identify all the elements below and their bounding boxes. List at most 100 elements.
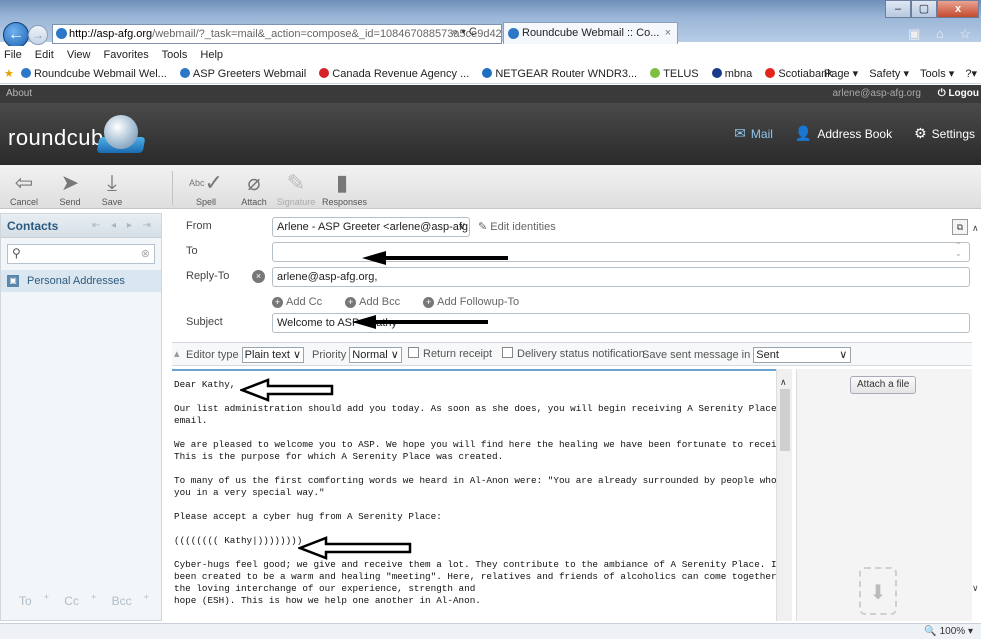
nav-settings[interactable]: ⚙ Settings (914, 125, 975, 142)
to-scroll-icon[interactable]: ⌃ ⌄ (955, 242, 962, 258)
contacts-search-input[interactable]: ⚲ ⊗ (7, 244, 155, 264)
delivery-status-option[interactable]: Delivery status notification (502, 347, 645, 360)
add-bcc-button[interactable]: Bcc + (112, 592, 149, 608)
close-window-button[interactable]: x (937, 0, 979, 18)
remove-replyto-icon[interactable]: × (252, 270, 265, 283)
contacts-header: Contacts ⇤ ◂ ▸ ⇥ (1, 214, 161, 238)
minimize-button[interactable]: – (885, 0, 911, 18)
from-row: From Arlene - ASP Greeter <arlene@asp-af… (172, 215, 972, 239)
favorite-item[interactable]: mbna (711, 68, 752, 80)
browser-tab[interactable]: Roundcube Webmail :: Co... × (503, 22, 678, 44)
signature-button[interactable]: ✎ Signature (276, 169, 316, 207)
gear-icon: ⚙ (914, 125, 927, 141)
spell-button[interactable]: Abc✓ Spell (186, 169, 226, 207)
address-tools[interactable]: ⌕ ▾ C (452, 26, 477, 39)
nav-address-book[interactable]: 👤 Address Book (795, 125, 892, 142)
person-icon: 👤 (794, 125, 813, 141)
editor-scrollbar[interactable]: ∧ (776, 369, 792, 621)
logo-ball-icon (104, 115, 138, 149)
zoom-level[interactable]: 🔍 100% ▾ (924, 624, 973, 639)
menu-help[interactable]: Help (200, 49, 223, 61)
send-button[interactable]: ➤ Send (50, 169, 90, 207)
responses-button[interactable]: ▮ Responses (322, 169, 367, 207)
save-sent-select[interactable]: Sent ∨ (753, 347, 852, 363)
command-tools[interactable]: Tools ▾ (920, 68, 954, 80)
mail-icon: ✉ (734, 125, 746, 141)
annotation-arrow-hug (298, 536, 412, 560)
page-scroll-up-icon[interactable]: ∧ (972, 223, 979, 234)
add-followup-link[interactable]: + Add Followup-To (423, 296, 529, 308)
command-safety[interactable]: Safety ▾ (869, 68, 909, 80)
contacts-pager[interactable]: ⇤ ◂ ▸ ⇥ (92, 214, 155, 238)
menu-file[interactable]: File (4, 49, 22, 61)
maximize-button[interactable]: ▢ (911, 0, 937, 18)
address-host: http://asp-afg.org (69, 28, 153, 40)
favorite-icon (765, 68, 776, 78)
favorite-item[interactable]: TELUS (650, 68, 699, 80)
nav-mail[interactable]: ✉ Mail (734, 125, 773, 142)
paperclip-icon: ⌀ (247, 170, 261, 195)
about-link[interactable]: About (6, 88, 32, 99)
menu-tools[interactable]: Tools (162, 49, 188, 61)
menu-favorites[interactable]: Favorites (104, 49, 149, 61)
add-cc-button[interactable]: Cc + (64, 592, 96, 608)
page-scrollbar[interactable]: ∧ ∨ (972, 213, 981, 621)
browser-tab-title: Roundcube Webmail :: Co... (522, 27, 660, 39)
scroll-up-icon[interactable]: ∧ (780, 377, 787, 388)
menu-edit[interactable]: Edit (35, 49, 54, 61)
from-select[interactable]: Arlene - ASP Greeter <arlene@asp-afg.org… (272, 217, 470, 237)
address-bar[interactable]: http://asp-afg.org/webmail/?_task=mail&_… (52, 24, 502, 44)
drop-zone-icon[interactable]: ⬇ (859, 567, 897, 615)
return-receipt-checkbox[interactable] (408, 347, 419, 358)
address-book-personal[interactable]: ▣ Personal Addresses (1, 270, 161, 292)
priority-select[interactable]: Normal ∨ (349, 347, 402, 363)
logout-button[interactable]: ⏻ Logou (938, 85, 979, 103)
command-page[interactable]: Page ▾ (824, 68, 858, 80)
clear-search-icon[interactable]: ⊗ (141, 247, 150, 260)
add-bcc-link[interactable]: + Add Bcc (345, 296, 410, 308)
search-icon: ⚲ (12, 246, 21, 260)
cancel-button[interactable]: ⇦ Cancel (4, 169, 44, 207)
save-icon: ⤓ (107, 170, 117, 195)
chevron-down-icon: ∨ (458, 221, 466, 232)
message-body-editor[interactable]: Dear Kathy, Our list administration shou… (172, 369, 776, 621)
maximize-editor-icon[interactable]: ⧉ (952, 219, 968, 235)
favorite-item[interactable]: ASP Greeters Webmail (179, 68, 306, 80)
plus-icon: + (423, 297, 435, 308)
from-label: From (186, 220, 212, 232)
page-scroll-down-icon[interactable]: ∨ (972, 583, 979, 594)
command-help[interactable]: ?▾ (965, 68, 977, 80)
favorites-star-icon[interactable]: ★ (4, 68, 14, 80)
command-bar: Page ▾ Safety ▾ Tools ▾ ?▾ (816, 64, 977, 83)
rc-header: roundcube ✉ Mail 👤 Address Book ⚙ Settin… (0, 103, 981, 165)
back-button[interactable]: ← (3, 22, 29, 48)
editor-type-option: Editor type Plain text ∨ (186, 347, 305, 363)
menu-view[interactable]: View (67, 49, 91, 61)
annotation-arrow-subject (352, 315, 488, 329)
editor-type-select[interactable]: Plain text ∨ (241, 347, 305, 363)
return-receipt-option[interactable]: Return receipt (408, 347, 492, 360)
attach-file-button[interactable]: Attach a file (850, 376, 917, 394)
favorite-item[interactable]: Canada Revenue Agency ... (319, 68, 469, 80)
browser-right-icons[interactable]: ▣ ⌂ ☆ (908, 26, 977, 42)
delivery-status-checkbox[interactable] (502, 347, 513, 358)
tab-close-icon[interactable]: × (665, 23, 671, 43)
edit-identities-link[interactable]: ✎ Edit identities (478, 220, 556, 233)
replyto-input[interactable]: arlene@asp-afg.org, (272, 267, 970, 287)
annotation-arrow-to (362, 251, 508, 265)
favorite-icon (650, 68, 661, 78)
collapse-options-icon[interactable]: ▴ (174, 347, 180, 360)
recipient-buttons: To + Cc + Bcc + (19, 592, 161, 608)
attach-button[interactable]: ⌀ Attach (234, 169, 274, 207)
save-button[interactable]: ⤓ Save (92, 169, 132, 207)
save-sent-option: Save sent message in Sent ∨ (642, 347, 852, 363)
favorite-item[interactable]: Roundcube Webmail Wel... (20, 68, 167, 80)
add-cc-link[interactable]: + Add Cc (272, 296, 332, 308)
scroll-thumb[interactable] (780, 389, 790, 451)
favorite-item[interactable]: NETGEAR Router WNDR3... (482, 68, 637, 80)
message-body-text[interactable]: Dear Kathy, Our list administration shou… (172, 379, 776, 607)
favorite-icon (711, 68, 722, 78)
contacts-panel: Contacts ⇤ ◂ ▸ ⇥ ⚲ ⊗ ▣ Personal Addresse… (0, 213, 162, 621)
forward-button[interactable]: → (28, 25, 48, 45)
add-to-button[interactable]: To + (19, 592, 49, 608)
